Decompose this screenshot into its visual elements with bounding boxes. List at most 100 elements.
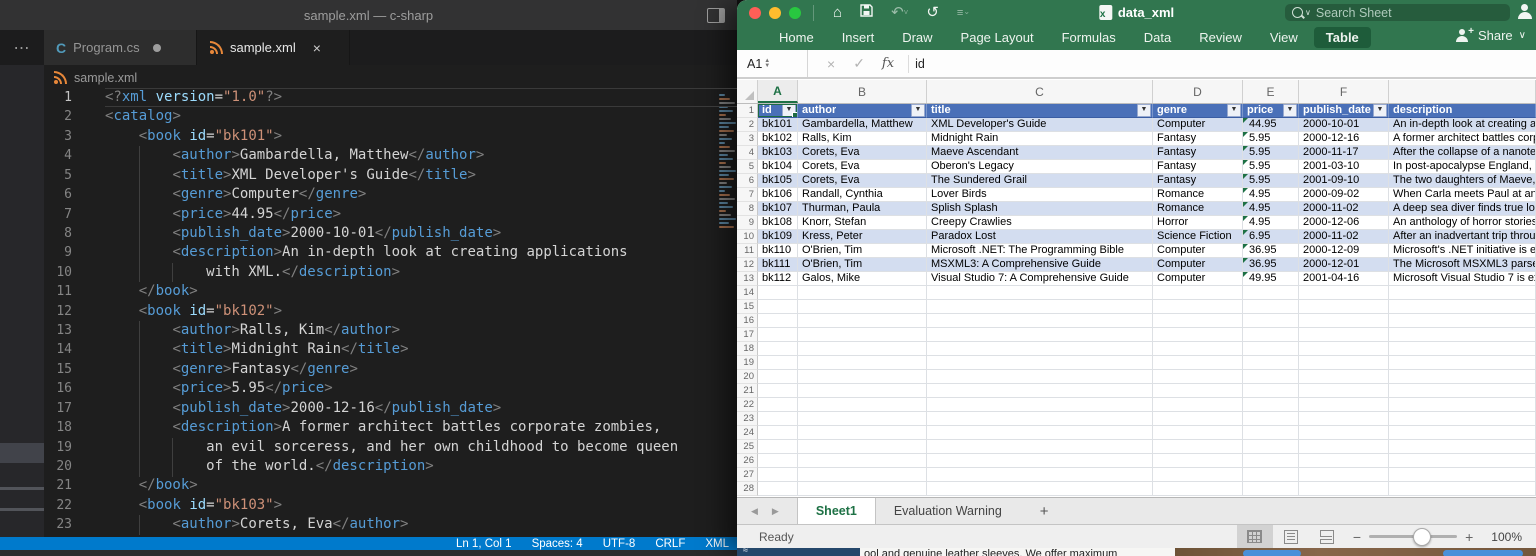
- ribbon-tab-view[interactable]: View: [1258, 27, 1310, 48]
- close-window-button[interactable]: [749, 7, 761, 19]
- more-actions-button[interactable]: ⋯: [0, 30, 44, 65]
- cell[interactable]: 5.95: [1243, 174, 1299, 188]
- cell[interactable]: [1299, 454, 1389, 468]
- cell[interactable]: [758, 398, 798, 412]
- row-number[interactable]: 13: [737, 272, 758, 286]
- code-line[interactable]: <title>XML Developer's Guide</title>: [105, 166, 737, 185]
- header-cell[interactable]: id▼: [758, 104, 798, 118]
- cell[interactable]: Horror: [1153, 216, 1243, 230]
- cell[interactable]: [1153, 300, 1243, 314]
- row-number[interactable]: 4: [737, 146, 758, 160]
- cell[interactable]: 6.95: [1243, 230, 1299, 244]
- cell[interactable]: In post-apocalypse England, t: [1389, 160, 1536, 174]
- cell[interactable]: [1153, 468, 1243, 482]
- code-line[interactable]: <title>Midnight Rain</title>: [105, 340, 737, 359]
- row-number[interactable]: 27: [737, 468, 758, 482]
- column-header-C[interactable]: C: [927, 80, 1153, 103]
- cell[interactable]: Knorr, Stefan: [798, 216, 927, 230]
- status-item[interactable]: Ln 1, Col 1: [456, 538, 512, 550]
- cell[interactable]: [1299, 482, 1389, 496]
- cell[interactable]: O'Brien, Tim: [798, 258, 927, 272]
- cell[interactable]: [758, 300, 798, 314]
- cell[interactable]: [1389, 370, 1536, 384]
- cell[interactable]: [1243, 286, 1299, 300]
- search-input[interactable]: ∨ Search Sheet: [1285, 4, 1510, 21]
- cell[interactable]: [927, 342, 1153, 356]
- cell[interactable]: Romance: [1153, 202, 1243, 216]
- cell[interactable]: 2000-12-16: [1299, 132, 1389, 146]
- cell[interactable]: Kress, Peter: [798, 230, 927, 244]
- row-number[interactable]: 1: [737, 104, 758, 118]
- row-number[interactable]: 17: [737, 328, 758, 342]
- cell[interactable]: 2001-04-16: [1299, 272, 1389, 286]
- cell[interactable]: [758, 356, 798, 370]
- row-number[interactable]: 25: [737, 440, 758, 454]
- cell[interactable]: [1243, 440, 1299, 454]
- cell[interactable]: Visual Studio 7: A Comprehensive Guide: [927, 272, 1153, 286]
- cell[interactable]: [758, 286, 798, 300]
- chevron-down-icon[interactable]: ∨: [1305, 8, 1311, 17]
- ribbon-tab-draw[interactable]: Draw: [890, 27, 944, 48]
- zoom-out-button[interactable]: −: [1353, 529, 1361, 545]
- cell[interactable]: 2000-12-01: [1299, 258, 1389, 272]
- vscode-titlebar[interactable]: sample.xml — c-sharp: [0, 0, 737, 30]
- cell[interactable]: [927, 384, 1153, 398]
- cell[interactable]: [758, 384, 798, 398]
- cell[interactable]: [927, 440, 1153, 454]
- cell[interactable]: bk104: [758, 160, 798, 174]
- cell[interactable]: [1243, 328, 1299, 342]
- row-number[interactable]: 3: [737, 132, 758, 146]
- cell[interactable]: [798, 286, 927, 300]
- cell[interactable]: [1389, 412, 1536, 426]
- share-button[interactable]: Share ∨: [1456, 28, 1526, 43]
- cell[interactable]: Fantasy: [1153, 174, 1243, 188]
- cancel-icon[interactable]: ×: [827, 56, 835, 72]
- cell[interactable]: 2000-10-01: [1299, 118, 1389, 132]
- cell[interactable]: bk109: [758, 230, 798, 244]
- header-cell[interactable]: publish_date▼: [1299, 104, 1389, 118]
- cell[interactable]: [927, 286, 1153, 300]
- cell[interactable]: When Carla meets Paul at an: [1389, 188, 1536, 202]
- code-line[interactable]: <genre>Computer</genre>: [105, 185, 737, 204]
- code-line[interactable]: <?xml version="1.0"?>: [105, 88, 737, 107]
- row-number[interactable]: 23: [737, 412, 758, 426]
- tab-program-cs[interactable]: C Program.cs: [44, 30, 197, 65]
- cell[interactable]: [1243, 300, 1299, 314]
- row-number[interactable]: 6: [737, 174, 758, 188]
- zoom-percent[interactable]: 100%: [1491, 530, 1522, 544]
- code-editor[interactable]: 1234567891011121314151617181920212223 <?…: [44, 88, 737, 537]
- cell[interactable]: [1299, 314, 1389, 328]
- row-number[interactable]: 14: [737, 286, 758, 300]
- cell[interactable]: [1153, 398, 1243, 412]
- cell[interactable]: 5.95: [1243, 160, 1299, 174]
- cell[interactable]: [927, 482, 1153, 496]
- code-line[interactable]: <author>Gambardella, Matthew</author>: [105, 146, 737, 165]
- column-header-F[interactable]: F: [1299, 80, 1389, 103]
- zoom-in-button[interactable]: +: [1465, 529, 1473, 545]
- cell[interactable]: [758, 426, 798, 440]
- row-number[interactable]: 5: [737, 160, 758, 174]
- cell[interactable]: [927, 328, 1153, 342]
- select-all-corner[interactable]: [737, 80, 758, 103]
- code-line[interactable]: <price>44.95</price>: [105, 205, 737, 224]
- row-number[interactable]: 19: [737, 356, 758, 370]
- cell[interactable]: [1153, 412, 1243, 426]
- cell[interactable]: [1153, 342, 1243, 356]
- cell[interactable]: bk110: [758, 244, 798, 258]
- cell[interactable]: 2001-09-10: [1299, 174, 1389, 188]
- row-number[interactable]: 21: [737, 384, 758, 398]
- cell[interactable]: Fantasy: [1153, 160, 1243, 174]
- cell[interactable]: 2000-11-02: [1299, 230, 1389, 244]
- cell[interactable]: [758, 468, 798, 482]
- cell[interactable]: [798, 342, 927, 356]
- filter-dropdown-icon[interactable]: ▼: [1373, 104, 1387, 117]
- cell[interactable]: bk112: [758, 272, 798, 286]
- header-cell[interactable]: description: [1389, 104, 1536, 118]
- cell[interactable]: [1243, 342, 1299, 356]
- column-header-E[interactable]: E: [1243, 80, 1299, 103]
- row-number[interactable]: 20: [737, 370, 758, 384]
- normal-view-button[interactable]: [1237, 525, 1273, 548]
- cell[interactable]: The Sundered Grail: [927, 174, 1153, 188]
- row-number[interactable]: 10: [737, 230, 758, 244]
- cell[interactable]: [798, 468, 927, 482]
